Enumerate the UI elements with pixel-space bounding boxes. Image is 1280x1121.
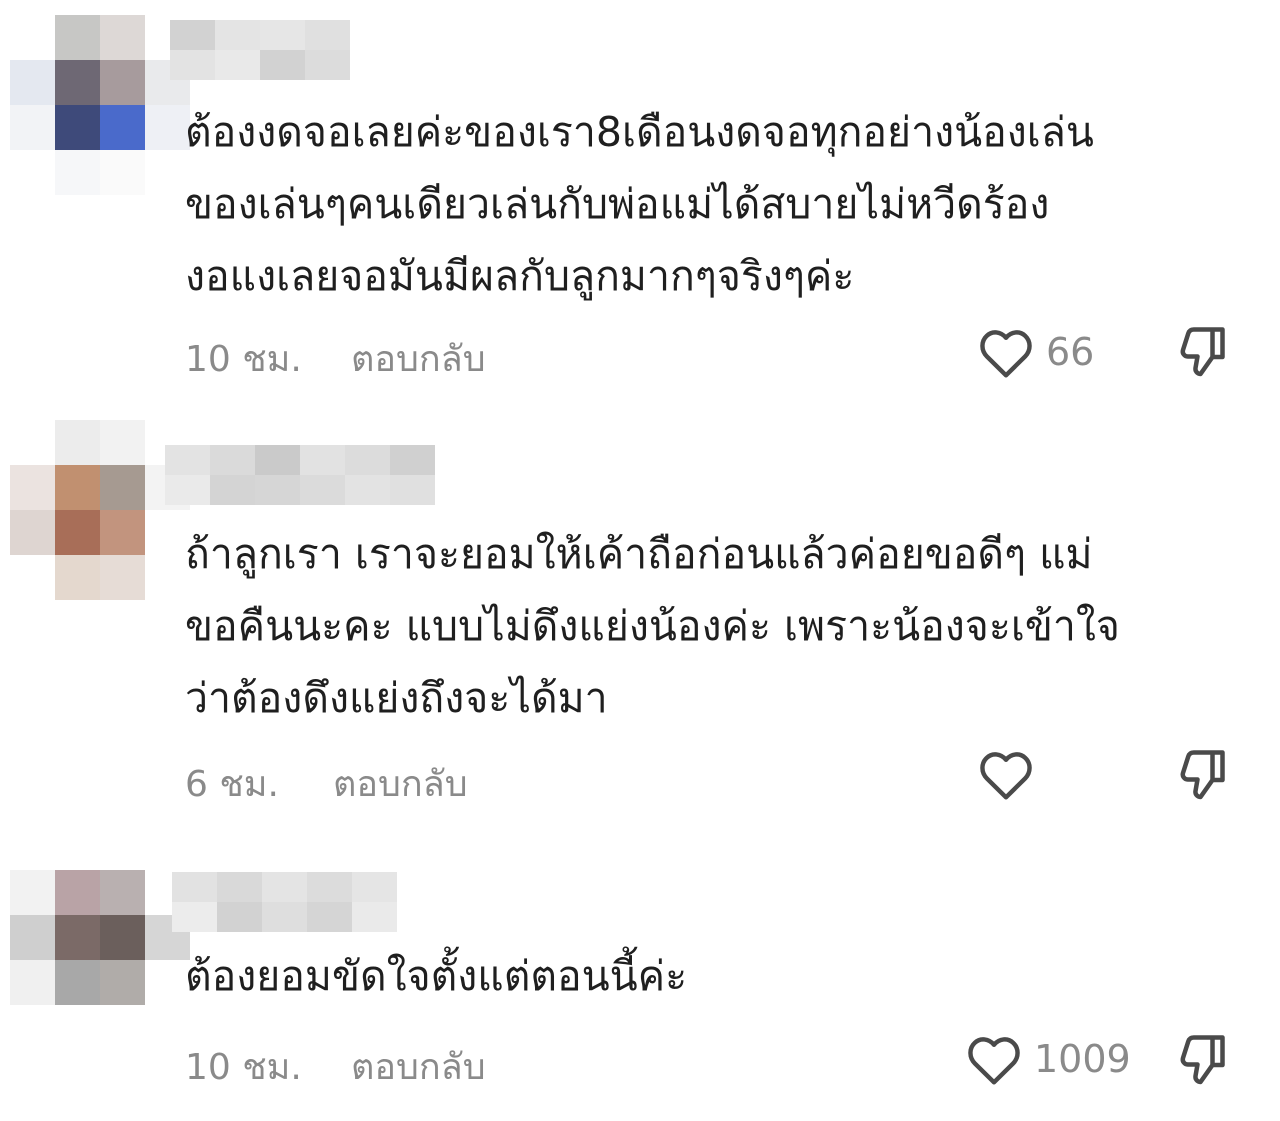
dislike-button[interactable]	[1170, 745, 1230, 809]
avatar[interactable]	[10, 870, 190, 1050]
dislike-button[interactable]	[1170, 322, 1230, 386]
avatar[interactable]	[10, 15, 190, 195]
heart-outline-icon	[964, 1032, 1024, 1086]
heart-outline-icon	[976, 325, 1036, 379]
reply-button[interactable]: ตอบกลับ	[351, 330, 486, 387]
comment-text: ถ้าลูกเรา เราจะยอมให้เค้าถือก่อนแล้วค่อย…	[185, 530, 1120, 722]
thumbs-down-outline-icon	[1170, 1035, 1230, 1094]
username[interactable]	[170, 20, 440, 80]
thumbs-down-outline-icon	[1170, 327, 1230, 386]
like-count: 66	[1046, 330, 1095, 374]
username[interactable]	[165, 445, 435, 505]
comment-time: 10 ชม.	[185, 1047, 302, 1088]
like-count: 1009	[1034, 1037, 1131, 1081]
comment-time: 6 ชม.	[185, 764, 279, 805]
comment-text: ต้องยอมขัดใจตั้งแต่ตอนนี้ค่ะ	[185, 952, 688, 1000]
like-button[interactable]: 1009	[964, 1032, 1131, 1086]
comment-time: 10 ชม.	[185, 339, 302, 380]
reply-button[interactable]: ตอบกลับ	[333, 755, 468, 812]
comment-text: ต้องงดจอเลยค่ะของเรา8เดือนงดจอทุกอย่างน้…	[185, 108, 1094, 300]
reply-button[interactable]: ตอบกลับ	[351, 1038, 486, 1095]
comment-meta: 10 ชม. ตอบกลับ	[185, 330, 486, 387]
like-button[interactable]: 66	[976, 325, 1094, 379]
avatar[interactable]	[10, 420, 190, 600]
dislike-button[interactable]	[1170, 1030, 1230, 1094]
thumbs-down-outline-icon	[1170, 750, 1230, 809]
username[interactable]	[172, 872, 442, 932]
comment-meta: 10 ชม. ตอบกลับ	[185, 1038, 486, 1095]
heart-outline-icon	[976, 747, 1036, 801]
like-button[interactable]	[976, 747, 1046, 801]
comment-meta: 6 ชม. ตอบกลับ	[185, 755, 468, 812]
